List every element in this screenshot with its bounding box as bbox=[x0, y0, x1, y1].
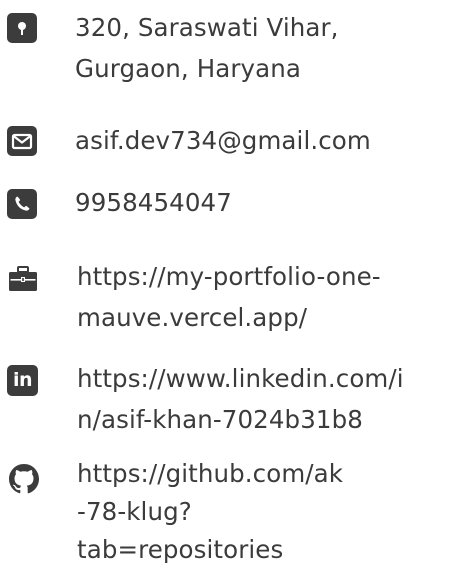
location-pin-icon bbox=[7, 13, 37, 43]
portfolio-line-1: https://my-portfolio-one- bbox=[77, 262, 381, 291]
phone-number[interactable]: 9958454047 bbox=[75, 182, 232, 223]
address-text: 320, Saraswati Vihar, Gurgaon, Haryana bbox=[75, 7, 339, 89]
github-line-2: -78-klug? bbox=[77, 497, 192, 526]
github-line-1: https://github.com/ak bbox=[77, 459, 344, 488]
linkedin-link[interactable]: https://www.linkedin.com/i n/asif-khan-7… bbox=[77, 358, 404, 440]
github-icon bbox=[8, 463, 40, 495]
address-line-2: Gurgaon, Haryana bbox=[75, 54, 301, 83]
briefcase-icon bbox=[8, 264, 38, 294]
linkedin-icon: in bbox=[7, 365, 38, 396]
linkedin-line-2: n/asif-khan-7024b31b8 bbox=[77, 405, 363, 434]
github-line-3: tab=repositories bbox=[77, 535, 284, 564]
linkedin-line-1: https://www.linkedin.com/i bbox=[77, 364, 404, 393]
github-link[interactable]: https://github.com/ak -78-klug? tab=repo… bbox=[77, 455, 343, 569]
email-link[interactable]: asif.dev734@gmail.com bbox=[75, 120, 371, 161]
phone-icon bbox=[7, 189, 37, 219]
portfolio-link[interactable]: https://my-portfolio-one- mauve.vercel.a… bbox=[77, 256, 381, 338]
envelope-icon bbox=[7, 126, 37, 156]
linkedin-badge: in bbox=[7, 365, 38, 396]
address-line-1: 320, Saraswati Vihar, bbox=[75, 13, 339, 42]
portfolio-line-2: mauve.vercel.app/ bbox=[77, 303, 308, 332]
